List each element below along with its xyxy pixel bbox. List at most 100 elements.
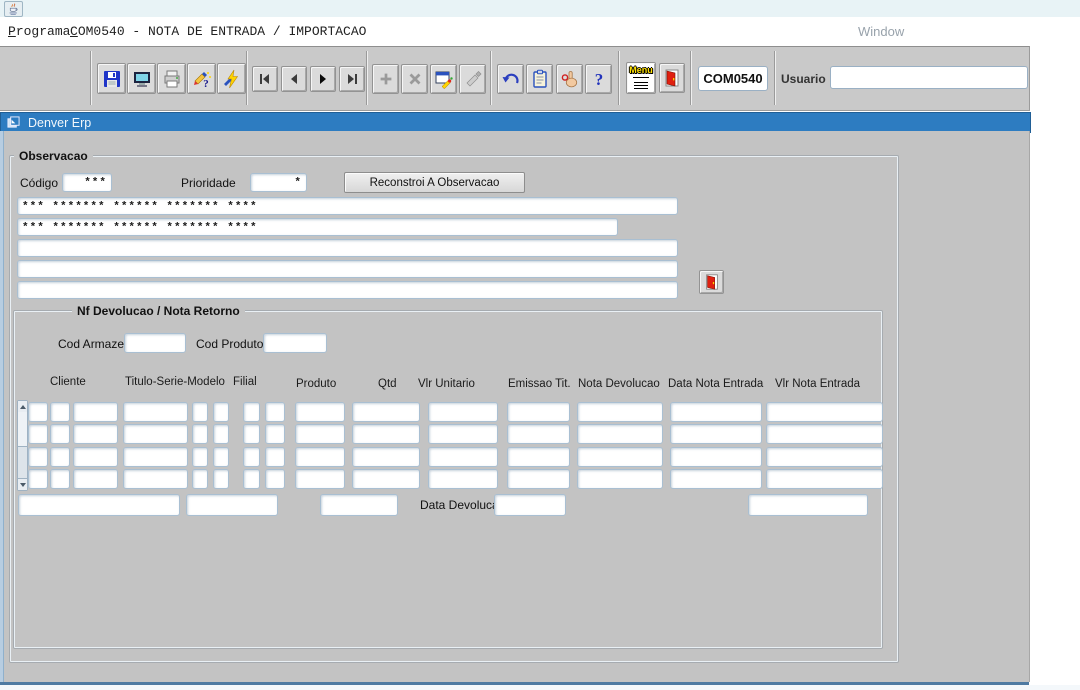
cell-modelo[interactable] <box>213 469 229 489</box>
menu-programa[interactable]: Programa <box>8 24 70 39</box>
undo-button[interactable] <box>497 64 524 94</box>
clear-field-button[interactable] <box>459 64 486 94</box>
cell-titulo[interactable] <box>123 469 188 489</box>
observacao-line-3[interactable] <box>17 239 678 257</box>
program-code-field[interactable]: COM0540 <box>698 66 768 91</box>
cell-modelo[interactable] <box>213 402 229 422</box>
cell-filial-2[interactable] <box>265 469 285 489</box>
cell-titulo[interactable] <box>123 447 188 467</box>
cell-data-nota-entrada[interactable] <box>670 469 762 489</box>
help-button[interactable]: ? <box>585 64 612 94</box>
hand-pointer-button[interactable] <box>556 64 583 94</box>
cell-emissao-tit[interactable] <box>507 447 570 467</box>
screen-button[interactable] <box>127 63 156 94</box>
cell-serie[interactable] <box>192 447 208 467</box>
data-devolucao-field[interactable] <box>494 494 566 516</box>
delete-record-button[interactable] <box>401 64 428 94</box>
cell-vlr-unitario[interactable] <box>428 469 498 489</box>
cell-data-nota-entrada[interactable] <box>670 447 762 467</box>
cell-qtd[interactable] <box>352 424 420 444</box>
next-record-button[interactable] <box>310 66 336 92</box>
usuario-input[interactable] <box>830 66 1028 89</box>
cell-titulo[interactable] <box>123 424 188 444</box>
cell-cliente-1[interactable] <box>28 447 48 467</box>
cell-vlr-nota-entrada[interactable] <box>766 402 883 422</box>
cell-vlr-unitario[interactable] <box>428 424 498 444</box>
bottom-total-field[interactable] <box>748 494 868 516</box>
cell-qtd[interactable] <box>352 447 420 467</box>
cell-produto[interactable] <box>295 424 345 444</box>
cell-filial-1[interactable] <box>243 447 260 467</box>
cod-armazem-input[interactable] <box>124 333 186 353</box>
cell-cliente-3[interactable] <box>73 424 118 444</box>
prev-record-button[interactable] <box>281 66 307 92</box>
cell-nota-devolucao[interactable] <box>577 424 663 444</box>
bottom-cliente-nome-field[interactable] <box>18 494 180 516</box>
cell-cliente-1[interactable] <box>28 469 48 489</box>
cell-nota-devolucao[interactable] <box>577 402 663 422</box>
cell-emissao-tit[interactable] <box>507 402 570 422</box>
cell-filial-1[interactable] <box>243 469 260 489</box>
observacao-line-4[interactable] <box>17 260 678 278</box>
cell-serie[interactable] <box>192 469 208 489</box>
cell-emissao-tit[interactable] <box>507 424 570 444</box>
save-button[interactable] <box>97 63 126 94</box>
cell-produto[interactable] <box>295 402 345 422</box>
cell-data-nota-entrada[interactable] <box>670 402 762 422</box>
cell-produto[interactable] <box>295 469 345 489</box>
cell-modelo[interactable] <box>213 424 229 444</box>
clipboard-button[interactable] <box>526 64 553 94</box>
exit-button[interactable] <box>659 63 685 93</box>
menu-button[interactable]: Menu <box>626 62 656 94</box>
cell-vlr-unitario[interactable] <box>428 447 498 467</box>
cell-cliente-2[interactable] <box>50 402 70 422</box>
cell-filial-1[interactable] <box>243 402 260 422</box>
cell-emissao-tit[interactable] <box>507 469 570 489</box>
menu-window[interactable]: Window <box>858 24 904 39</box>
cell-produto[interactable] <box>295 447 345 467</box>
cell-cliente-2[interactable] <box>50 424 70 444</box>
execute-lightning-button[interactable] <box>217 63 246 94</box>
cell-nota-devolucao[interactable] <box>577 469 663 489</box>
cell-filial-2[interactable] <box>265 447 285 467</box>
codigo-field[interactable]: *** <box>62 173 112 192</box>
prioridade-field[interactable]: * <box>250 173 307 192</box>
cell-filial-2[interactable] <box>265 424 285 444</box>
bottom-field-2[interactable] <box>186 494 278 516</box>
cell-filial-2[interactable] <box>265 402 285 422</box>
menu-program-title[interactable]: COM0540 - NOTA DE ENTRADA / IMPORTACAO <box>70 24 366 39</box>
java-icon[interactable] <box>4 1 23 17</box>
cell-cliente-3[interactable] <box>73 402 118 422</box>
cell-cliente-3[interactable] <box>73 447 118 467</box>
cell-vlr-nota-entrada[interactable] <box>766 447 883 467</box>
insert-record-button[interactable] <box>372 64 399 94</box>
observacao-line-2[interactable]: *** ******* ****** ******* **** <box>17 218 618 236</box>
observacao-exit-button[interactable] <box>699 270 724 294</box>
last-record-button[interactable] <box>339 66 365 92</box>
cell-vlr-unitario[interactable] <box>428 402 498 422</box>
cell-vlr-nota-entrada[interactable] <box>766 469 883 489</box>
cell-cliente-2[interactable] <box>50 469 70 489</box>
cell-qtd[interactable] <box>352 469 420 489</box>
cell-modelo[interactable] <box>213 447 229 467</box>
cell-titulo[interactable] <box>123 402 188 422</box>
cell-filial-1[interactable] <box>243 424 260 444</box>
cell-cliente-1[interactable] <box>28 424 48 444</box>
query-pencil-button[interactable]: ? <box>187 63 216 94</box>
observacao-line-5[interactable] <box>17 281 678 299</box>
cell-nota-devolucao[interactable] <box>577 447 663 467</box>
cell-cliente-1[interactable] <box>28 402 48 422</box>
print-button[interactable] <box>157 63 186 94</box>
observacao-line-1[interactable]: *** ******* ****** ******* **** <box>17 197 678 215</box>
mdi-titlebar[interactable]: Denver Erp <box>0 112 1031 133</box>
first-record-button[interactable] <box>252 66 278 92</box>
cell-data-nota-entrada[interactable] <box>670 424 762 444</box>
cod-produto-input[interactable] <box>263 333 327 353</box>
cell-cliente-2[interactable] <box>50 447 70 467</box>
cell-vlr-nota-entrada[interactable] <box>766 424 883 444</box>
cell-serie[interactable] <box>192 424 208 444</box>
reconstroi-observacao-button[interactable]: Reconstroi A Observacao <box>344 172 525 193</box>
cell-serie[interactable] <box>192 402 208 422</box>
cell-cliente-3[interactable] <box>73 469 118 489</box>
query-form-button[interactable] <box>430 64 457 94</box>
